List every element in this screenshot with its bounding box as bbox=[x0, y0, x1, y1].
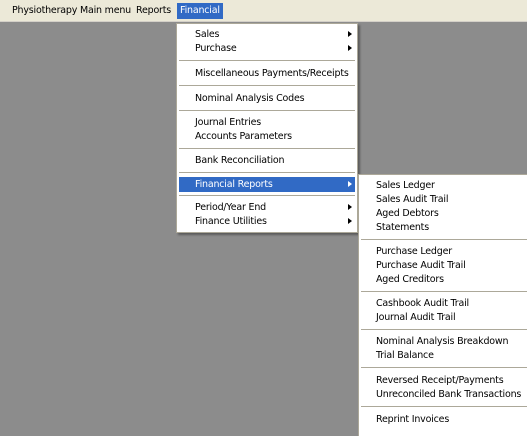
menu-item-label: Unreconciled Bank Transactions bbox=[376, 389, 522, 400]
menu-item-nominal-analysis-breakdown[interactable]: Nominal Analysis Breakdown bbox=[359, 335, 527, 348]
menu-item-label: Miscellaneous Payments/Receipts bbox=[195, 68, 349, 79]
menu-item-label: Cashbook Audit Trail bbox=[376, 298, 469, 309]
menu-separator bbox=[179, 110, 355, 111]
menu-item-nominal-analysis-codes[interactable]: Nominal Analysis Codes bbox=[177, 92, 357, 105]
menu-item-misc-payments[interactable]: Miscellaneous Payments/Receipts bbox=[177, 67, 357, 80]
financial-menu: Sales Purchase Miscellaneous Payments/Re… bbox=[176, 23, 358, 233]
menu-separator bbox=[361, 291, 527, 292]
menu-financial[interactable]: Financial bbox=[177, 3, 223, 19]
menu-item-journal-entries[interactable]: Journal Entries bbox=[177, 116, 357, 129]
menu-item-bank-reconciliation[interactable]: Bank Reconciliation bbox=[177, 154, 357, 167]
menu-separator bbox=[361, 406, 527, 407]
menu-item-period-year-end[interactable]: Period/Year End bbox=[177, 201, 357, 214]
menu-item-label: Purchase Audit Trail bbox=[376, 260, 466, 271]
menu-item-purchase-audit-trail[interactable]: Purchase Audit Trail bbox=[359, 259, 527, 272]
menu-separator bbox=[179, 85, 355, 86]
submenu-arrow-icon bbox=[348, 31, 352, 37]
menu-item-label: Finance Utilities bbox=[195, 216, 267, 227]
menu-separator bbox=[361, 239, 527, 240]
menu-item-purchase[interactable]: Purchase bbox=[177, 42, 357, 55]
menu-item-label: Nominal Analysis Codes bbox=[195, 93, 305, 104]
menu-item-label: Reversed Receipt/Payments bbox=[376, 375, 504, 386]
menu-item-trial-balance[interactable]: Trial Balance bbox=[359, 349, 527, 362]
submenu-arrow-icon bbox=[348, 204, 352, 210]
menu-reports[interactable]: Reports bbox=[133, 3, 174, 19]
menu-item-statements[interactable]: Statements bbox=[359, 221, 527, 234]
menu-item-label: Journal Entries bbox=[195, 117, 261, 128]
menu-item-journal-audit-trail[interactable]: Journal Audit Trail bbox=[359, 311, 527, 324]
menu-separator bbox=[179, 148, 355, 149]
menu-item-label: Nominal Analysis Breakdown bbox=[376, 336, 509, 347]
menu-item-label: Financial Reports bbox=[195, 179, 273, 190]
menu-item-label: Reprint Invoices bbox=[376, 414, 450, 425]
menu-item-label: Sales Audit Trail bbox=[376, 194, 449, 205]
menu-separator bbox=[179, 172, 355, 173]
menu-item-purchase-ledger[interactable]: Purchase Ledger bbox=[359, 245, 527, 258]
menu-item-aged-creditors[interactable]: Aged Creditors bbox=[359, 273, 527, 286]
menu-item-label: Sales Ledger bbox=[376, 180, 435, 191]
menu-separator bbox=[179, 60, 355, 61]
menu-item-label: Trial Balance bbox=[376, 350, 434, 361]
menu-separator bbox=[361, 329, 527, 330]
menu-item-label: Aged Debtors bbox=[376, 208, 439, 219]
menu-separator bbox=[361, 367, 527, 368]
menu-item-cashbook-audit-trail[interactable]: Cashbook Audit Trail bbox=[359, 297, 527, 310]
menu-separator bbox=[179, 195, 355, 196]
menu-item-label: Bank Reconciliation bbox=[195, 155, 285, 166]
menu-item-label: Aged Creditors bbox=[376, 274, 444, 285]
menu-item-label: Accounts Parameters bbox=[195, 131, 292, 142]
menu-item-label: Journal Audit Trail bbox=[376, 312, 456, 323]
menu-item-label: Sales bbox=[195, 29, 220, 40]
menu-item-label: Statements bbox=[376, 222, 429, 233]
menu-item-unreconciled-bank-transactions[interactable]: Unreconciled Bank Transactions bbox=[359, 388, 527, 401]
menu-item-aged-debtors[interactable]: Aged Debtors bbox=[359, 207, 527, 220]
submenu-arrow-icon bbox=[348, 45, 352, 51]
menu-item-reprint-invoices[interactable]: Reprint Invoices bbox=[359, 413, 527, 426]
menu-item-sales-ledger[interactable]: Sales Ledger bbox=[359, 179, 527, 192]
menu-item-finance-utilities[interactable]: Finance Utilities bbox=[177, 215, 357, 228]
menu-physiotherapy-main[interactable]: Physiotherapy Main menu bbox=[9, 3, 134, 19]
menu-item-label: Period/Year End bbox=[195, 202, 267, 213]
financial-reports-submenu: Sales Ledger Sales Audit Trail Aged Debt… bbox=[358, 174, 527, 436]
menu-item-financial-reports[interactable]: Financial Reports bbox=[179, 177, 355, 192]
menu-item-sales-audit-trail[interactable]: Sales Audit Trail bbox=[359, 193, 527, 206]
menu-item-label: Purchase bbox=[195, 43, 237, 54]
menu-item-sales[interactable]: Sales bbox=[177, 28, 357, 41]
menu-item-label: Purchase Ledger bbox=[376, 246, 452, 257]
menu-bar: Physiotherapy Main menu Reports Financia… bbox=[0, 0, 527, 22]
menu-item-reversed-receipt-payments[interactable]: Reversed Receipt/Payments bbox=[359, 374, 527, 387]
menu-item-accounts-parameters[interactable]: Accounts Parameters bbox=[177, 130, 357, 143]
submenu-arrow-icon bbox=[348, 218, 352, 224]
submenu-arrow-icon bbox=[348, 181, 352, 187]
